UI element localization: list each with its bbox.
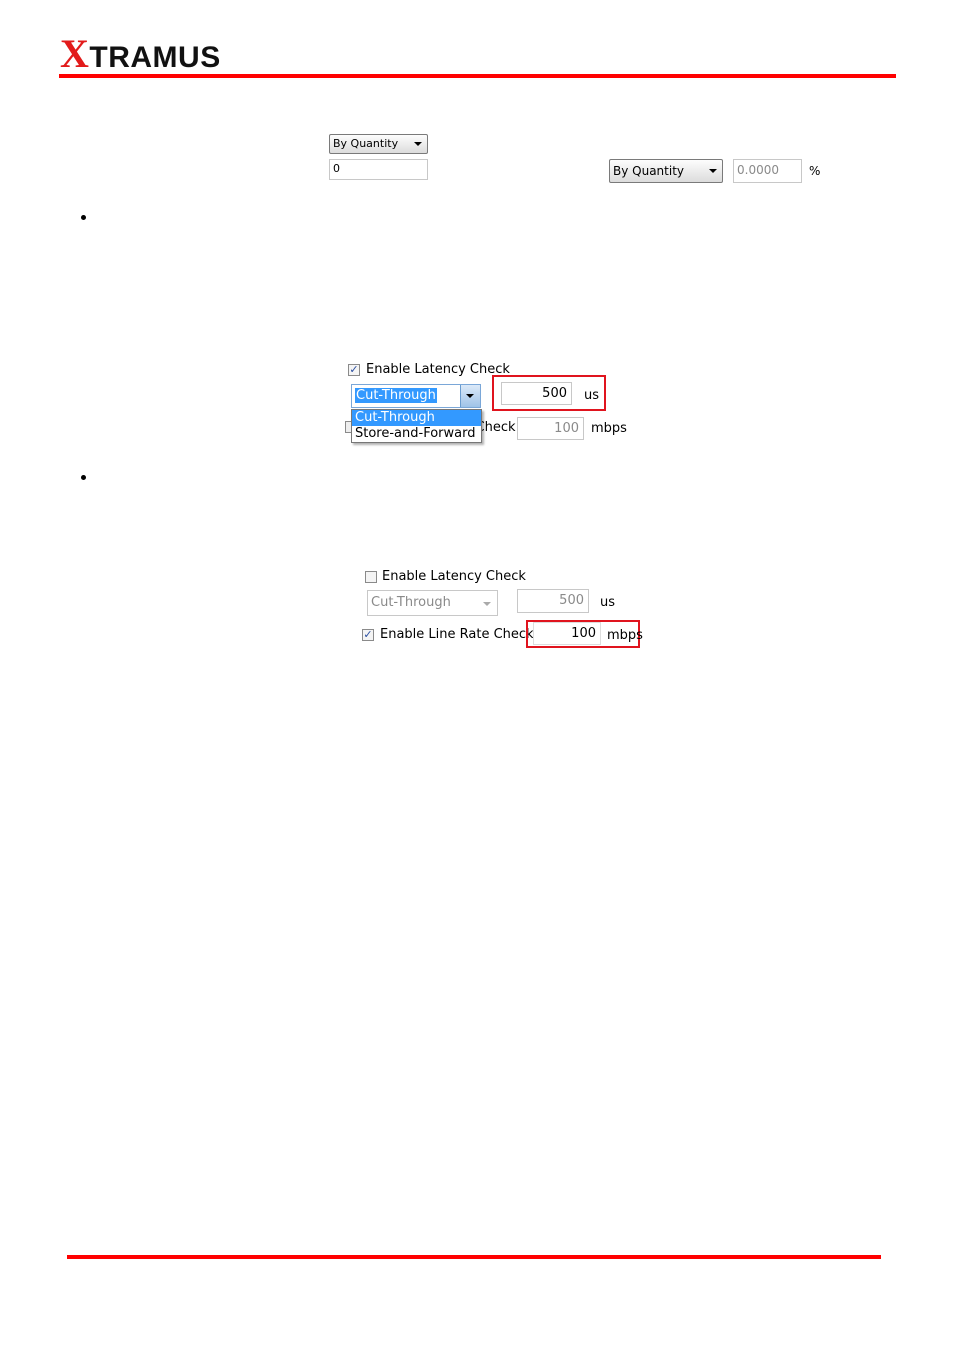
latency-unit: us — [600, 595, 616, 610]
mode-select[interactable]: Cut-Through — [351, 384, 481, 408]
line-rate-checkbox[interactable]: ✓ — [362, 629, 374, 641]
chevron-down-icon — [466, 394, 474, 398]
line-rate-unit: mbps — [607, 628, 643, 643]
option-store-and-forward[interactable]: Store-and-Forward — [352, 426, 481, 442]
chevron-down-icon — [414, 142, 422, 146]
dropdown-button[interactable] — [460, 385, 480, 407]
percentage-input[interactable]: 0.0000 — [733, 159, 802, 183]
bullet — [81, 475, 86, 480]
latency-checkbox[interactable] — [365, 571, 377, 583]
latency-input[interactable]: 500 — [501, 382, 572, 405]
line-rate-unit: mbps — [591, 421, 627, 436]
mode-dropdown-list: Cut-Through Store-and-Forward — [351, 409, 482, 443]
chevron-down-icon — [709, 169, 717, 173]
xtramus-logo: XTRAMUS — [60, 30, 221, 77]
logo-rest: TRAMUS — [89, 41, 221, 74]
quantity-select-2[interactable]: By Quantity — [609, 159, 723, 183]
select-value: By Quantity — [613, 164, 685, 178]
latency-label: Enable Latency Check — [366, 362, 510, 377]
select-value: Cut-Through — [355, 388, 437, 403]
quantity-input-1[interactable]: 0 — [329, 159, 428, 180]
logo-x: X — [60, 31, 90, 76]
latency-unit: us — [584, 388, 600, 403]
option-cut-through[interactable]: Cut-Through — [352, 410, 481, 426]
latency-input[interactable]: 500 — [517, 589, 589, 613]
latency-label: Enable Latency Check — [382, 569, 526, 584]
select-value: Cut-Through — [371, 595, 451, 610]
mode-select-disabled[interactable]: Cut-Through — [367, 590, 498, 616]
latency-checkbox[interactable]: ✓ — [348, 364, 360, 376]
percent-unit: % — [809, 164, 821, 178]
header-rule — [59, 74, 896, 78]
footer-rule — [67, 1255, 881, 1259]
select-value: By Quantity — [333, 137, 399, 150]
document-page: XTRAMUS By Quantity 0 By Quantity 0.0000… — [0, 0, 954, 1350]
line-rate-label: Enable Line Rate Check — [380, 627, 534, 642]
chevron-down-icon — [483, 602, 491, 606]
line-rate-input[interactable]: 100 — [533, 622, 601, 645]
bullet — [81, 215, 86, 220]
line-rate-input[interactable]: 100 — [517, 417, 584, 440]
quantity-select-1[interactable]: By Quantity — [329, 134, 428, 154]
